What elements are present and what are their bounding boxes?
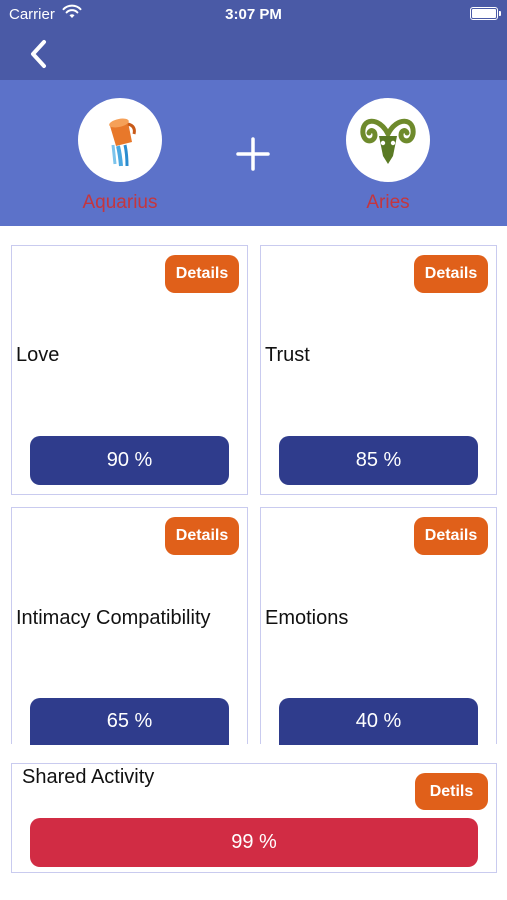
card-title-love: Love — [16, 344, 60, 366]
sign-name-left: Aquarius — [82, 192, 158, 213]
sign-aquarius[interactable]: Aquarius — [50, 98, 190, 214]
battery-icon — [470, 7, 501, 20]
aries-icon — [346, 98, 430, 182]
card-title-intimacy: Intimacy Compatibility — [16, 607, 211, 629]
status-bar: Carrier 3:07 PM — [0, 0, 507, 28]
percent-bar-shared-activity: 99 % — [30, 818, 478, 867]
percent-bar-trust: 85 % — [279, 436, 478, 485]
card-shared-activity: Shared Activity Detils 99 % — [11, 763, 497, 873]
card-title-trust: Trust — [265, 344, 310, 366]
aquarius-icon — [78, 98, 162, 182]
zodiac-header: Aquarius Aries — [0, 80, 507, 226]
back-button[interactable] — [22, 36, 58, 72]
details-button-love[interactable]: Details — [165, 255, 239, 293]
details-button-shared-activity[interactable]: Detils — [415, 773, 488, 810]
sign-aries[interactable]: Aries — [318, 98, 458, 214]
nav-bar — [0, 28, 507, 80]
percent-bar-emotions: 40 % — [279, 698, 478, 745]
percent-bar-intimacy: 65 % — [30, 698, 229, 745]
status-time: 3:07 PM — [225, 6, 282, 23]
card-title-emotions: Emotions — [265, 607, 349, 629]
details-button-trust[interactable]: Details — [414, 255, 488, 293]
details-button-intimacy[interactable]: Details — [165, 517, 239, 555]
sign-name-right: Aries — [366, 192, 410, 213]
details-button-emotions[interactable]: Details — [414, 517, 488, 555]
percent-bar-love: 90 % — [30, 436, 229, 485]
card-emotions: Details Emotions 40 % — [260, 507, 497, 745]
plus-icon — [236, 137, 270, 171]
card-title-shared-activity: Shared Activity — [22, 766, 155, 788]
card-trust: Details Trust 85 % — [260, 245, 497, 495]
card-intimacy: Details Intimacy Compatibility 65 % — [11, 507, 248, 745]
card-love: Details Love 90 % — [11, 245, 248, 495]
